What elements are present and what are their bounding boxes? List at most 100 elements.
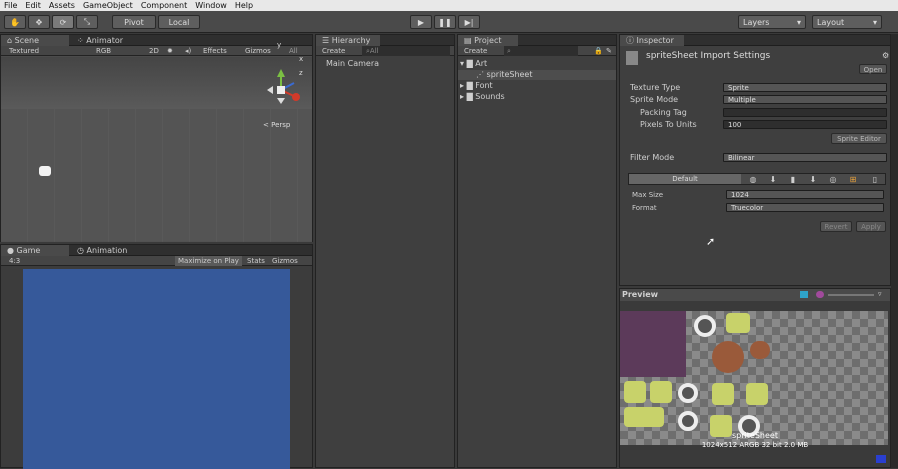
tab-scene-label: Scene <box>14 36 40 45</box>
hand-tool-icon[interactable]: ✋ <box>4 15 26 29</box>
texture-type-dropdown[interactable]: Sprite <box>723 83 887 92</box>
pixels-to-units-input[interactable]: 100 <box>723 120 887 129</box>
phone-platform-icon[interactable]: ▯ <box>869 174 881 184</box>
tray-icon <box>876 455 886 463</box>
game-view[interactable] <box>23 269 290 469</box>
tab-default-platform[interactable]: Default <box>629 174 741 184</box>
filter-mode-label: Filter Mode <box>630 153 675 162</box>
scene-control-bar: Textured RGB 2D ✹ ◂) Effects Gizmos All <box>1 46 312 56</box>
menu-gameobject[interactable]: GameObject <box>83 1 133 10</box>
asset-icon <box>626 51 638 65</box>
step-button[interactable]: ▶| <box>458 15 480 29</box>
sprite-region <box>620 311 686 377</box>
rotate-tool-icon[interactable]: ⟳ <box>52 15 74 29</box>
menu-edit[interactable]: Edit <box>25 1 41 10</box>
layers-label: Layers <box>743 17 770 27</box>
ios-platform-icon[interactable]: ▮ <box>787 174 799 184</box>
tab-animator[interactable]: ⁘ Animator <box>71 35 129 46</box>
folder-sounds[interactable]: ▸ ▇ Sounds <box>460 92 505 102</box>
revert-button[interactable]: Revert <box>820 221 852 232</box>
hierarchy-create-button[interactable]: Create <box>322 46 345 56</box>
game-gizmos-dropdown[interactable]: Gizmos <box>272 256 298 266</box>
sprite-mode-dropdown[interactable]: Multiple <box>723 95 887 104</box>
apply-button[interactable]: Apply <box>856 221 886 232</box>
max-size-label: Max Size <box>632 191 664 199</box>
rgb-channel-icon[interactable] <box>800 291 808 298</box>
sprite-region <box>712 341 744 373</box>
scene-panel: ⌂ Scene ⁘ Animator Textured RGB 2D ✹ ◂) … <box>0 34 313 242</box>
hierarchy-item-main-camera[interactable]: Main Camera <box>326 59 379 69</box>
texture-preview[interactable] <box>620 311 888 445</box>
tab-game[interactable]: ● Game <box>1 245 69 256</box>
pause-button[interactable]: ❚❚ <box>434 15 456 29</box>
folder-font[interactable]: ▸ ▇ Font <box>460 81 493 91</box>
effects-dropdown[interactable]: Effects <box>203 46 227 56</box>
stats-toggle[interactable]: Stats <box>247 256 265 266</box>
move-tool-icon[interactable]: ✥ <box>28 15 50 29</box>
packing-tag-input[interactable] <box>723 108 887 117</box>
persp-text: Persp <box>271 121 291 129</box>
web-platform-icon[interactable]: ◍ <box>747 174 759 184</box>
tab-project[interactable]: ▤ Project <box>458 35 518 46</box>
tab-inspector[interactable]: ⓘ Inspector <box>620 35 684 46</box>
audio-toggle-icon[interactable]: ◂) <box>185 46 191 56</box>
lock-icon[interactable]: 🔒 <box>594 46 603 56</box>
persp-label[interactable]: < Persp <box>263 121 290 129</box>
filter-mode-dropdown[interactable]: Bilinear <box>723 153 887 162</box>
open-button[interactable]: Open <box>859 64 887 74</box>
alpha-channel-icon[interactable] <box>816 291 824 298</box>
max-size-dropdown[interactable]: 1024 <box>726 190 884 199</box>
blackberry-platform-icon[interactable]: ◎ <box>827 174 839 184</box>
maximize-on-play-toggle[interactable]: Maximize on Play <box>175 256 242 266</box>
gizmos-dropdown[interactable]: Gizmos <box>245 46 271 56</box>
download-platform-icon[interactable]: ⬇ <box>767 174 779 184</box>
preview-title: Preview <box>622 290 659 299</box>
tab-hierarchy-label: Hierarchy <box>331 36 371 45</box>
shading-dropdown[interactable]: Textured <box>9 46 39 56</box>
settings-gear-icon[interactable]: ⚙ <box>882 51 889 60</box>
layout-label: Layout <box>817 17 845 27</box>
menu-file[interactable]: File <box>4 1 17 10</box>
menu-help[interactable]: Help <box>235 1 253 10</box>
project-item-spritesheet[interactable]: ⋰ spriteSheet <box>458 70 616 80</box>
scene-search-input[interactable]: All <box>289 46 298 56</box>
chevron-down-icon: ▾ <box>796 17 801 27</box>
pivot-toggle[interactable]: Pivot <box>112 15 156 29</box>
inspector-title: spriteSheet Import Settings <box>646 51 771 61</box>
menu-assets[interactable]: Assets <box>49 1 75 10</box>
inspector-panel: ⓘ Inspector spriteSheet Import Settings … <box>619 34 891 286</box>
tab-animation-label: Animation <box>86 246 128 255</box>
sprite-editor-button[interactable]: Sprite Editor <box>831 133 887 144</box>
android-platform-icon[interactable]: ⬇ <box>807 174 819 184</box>
preview-panel: Preview ▿ spriteSheet 1024x512 ARGB 32 b… <box>619 288 891 468</box>
mip-slider[interactable] <box>828 294 874 296</box>
tab-scene[interactable]: ⌂ Scene <box>1 35 69 46</box>
project-tabbar: ▤ Project <box>458 35 616 46</box>
format-dropdown[interactable]: Truecolor <box>726 203 884 212</box>
tag-icon[interactable]: ✎ <box>606 46 612 56</box>
tab-hierarchy[interactable]: ☰ Hierarchy <box>316 35 380 46</box>
menu-component[interactable]: Component <box>141 1 187 10</box>
folder-art[interactable]: ▾ ▇ Art <box>460 59 487 69</box>
layout-dropdown[interactable]: Layout ▾ <box>812 15 882 29</box>
scale-tool-icon[interactable]: ⤡ <box>76 15 98 29</box>
project-create-button[interactable]: Create <box>464 46 487 56</box>
windows-platform-icon[interactable]: ⊞ <box>847 174 859 184</box>
render-mode-dropdown[interactable]: RGB <box>96 46 111 56</box>
mip-icon[interactable]: ▿ <box>878 290 882 298</box>
2d-toggle[interactable]: 2D <box>149 46 159 56</box>
project-search-input[interactable]: ⌕ <box>504 46 578 56</box>
play-button[interactable]: ▶ <box>410 15 432 29</box>
preview-info: 1024x512 ARGB 32 bit 2.0 MB <box>701 441 809 449</box>
aspect-dropdown[interactable]: 4:3 <box>9 256 20 266</box>
sprite-region <box>678 383 698 403</box>
main-toolbar: ✋ ✥ ⟳ ⤡ Pivot Local ▶ ❚❚ ▶| Layers ▾ Layo… <box>0 11 898 33</box>
local-toggle[interactable]: Local <box>158 15 200 29</box>
camera-icon[interactable] <box>39 166 51 176</box>
layers-dropdown[interactable]: Layers ▾ <box>738 15 806 29</box>
menu-window[interactable]: Window <box>195 1 227 10</box>
tab-animation[interactable]: ◷ Animation <box>71 245 133 256</box>
project-panel: ▤ Project Create ⌕ 🔒 ✎ ▾ ▇ Art ⋰ spriteS… <box>457 34 617 468</box>
hierarchy-search-input[interactable]: ⌕All <box>362 46 450 56</box>
lighting-toggle-icon[interactable]: ✹ <box>167 46 173 56</box>
